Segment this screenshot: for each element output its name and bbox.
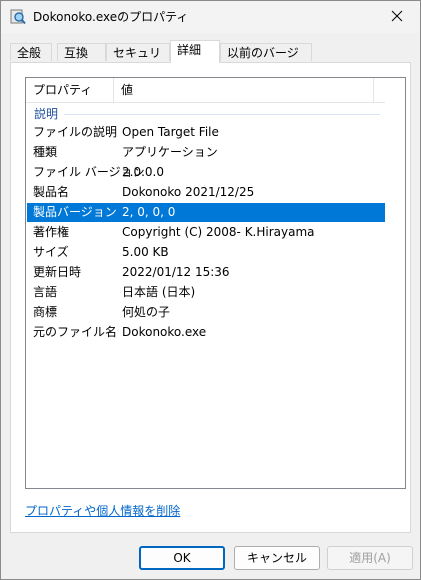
window-title: Dokonoko.exeのプロパティ [33, 10, 189, 24]
list-item[interactable]: 言語 日本語 (日本) [26, 283, 386, 302]
tab-details[interactable]: 詳細 [170, 40, 220, 63]
remove-properties-link[interactable]: プロパティや個人情報を削除 [25, 502, 180, 519]
tab-strip: 全般 互換性 セキュリティ 詳細 以前のバージョン [10, 40, 410, 78]
list-item[interactable]: 著作権 Copyright (C) 2008- K.Hirayama [26, 223, 386, 242]
properties-window: Dokonoko.exeのプロパティ 全般 互換性 セキュリティ 詳細 以前のバ… [0, 0, 421, 580]
ok-button[interactable]: OK [139, 546, 225, 570]
tab-previous-versions[interactable]: 以前のバージョン [220, 43, 312, 78]
tab-general[interactable]: 全般 [10, 43, 52, 61]
list-item[interactable]: 種類 アプリケーション [26, 143, 386, 162]
details-list[interactable]: プロパティ 値 説明 ファイルの説明 Open Target File 種類 ア… [25, 77, 406, 489]
list-item[interactable]: サイズ 5.00 KB [26, 243, 386, 262]
group-header-description: 説明 [26, 105, 386, 123]
title-bar[interactable]: Dokonoko.exeのプロパティ [1, 1, 420, 33]
tab-compatibility[interactable]: 互換性 [57, 43, 106, 78]
list-item[interactable]: 製品名 Dokonoko 2021/12/25 [26, 183, 386, 202]
list-item[interactable]: ファイル バージョン 2.0.0.0 [26, 163, 386, 182]
tab-security[interactable]: セキュリティ [106, 43, 170, 78]
list-item[interactable]: 更新日時 2022/01/12 15:36 [26, 263, 386, 282]
list-item[interactable]: 元のファイル名 Dokonoko.exe [26, 323, 386, 342]
column-header-property[interactable]: プロパティ [26, 78, 114, 102]
list-header: プロパティ 値 [26, 78, 385, 103]
details-panel: プロパティ 値 説明 ファイルの説明 Open Target File 種類 ア… [10, 62, 411, 533]
list-item[interactable]: ファイルの説明 Open Target File [26, 123, 386, 142]
apply-button[interactable]: 適用(A) [327, 546, 413, 570]
cancel-button[interactable]: キャンセル [234, 546, 320, 570]
magnifier-file-icon [10, 9, 26, 25]
close-icon [391, 10, 403, 25]
list-item[interactable]: 商標 何処の子 [26, 303, 386, 322]
column-header-value[interactable]: 値 [114, 78, 374, 102]
group-divider [64, 114, 380, 115]
list-item-selected[interactable]: 製品バージョン 2, 0, 0, 0 [27, 203, 385, 222]
close-button[interactable] [374, 1, 420, 33]
